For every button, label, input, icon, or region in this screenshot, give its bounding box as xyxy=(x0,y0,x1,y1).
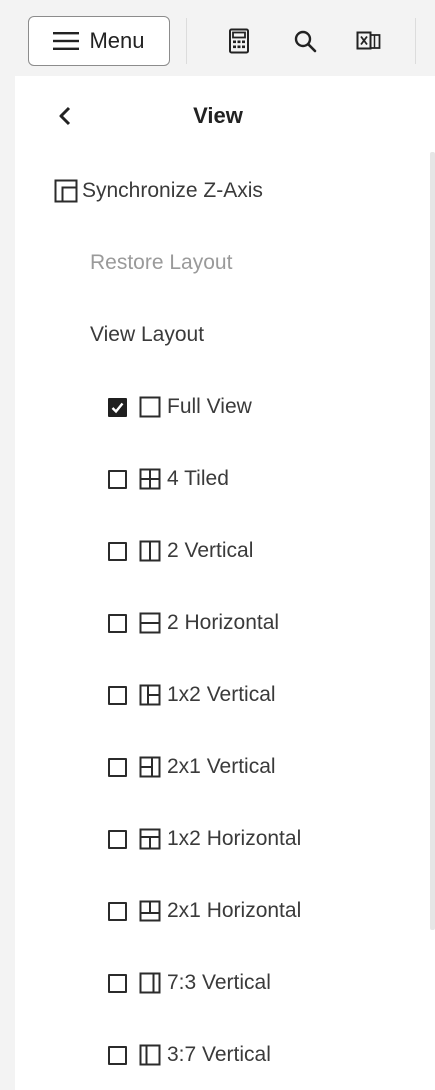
layout-label: 1x2 Horizontal xyxy=(167,827,302,850)
synchronize-label: Synchronize Z-Axis xyxy=(82,179,263,202)
restore-layout-item[interactable]: Restore Layout xyxy=(90,245,232,281)
layout-option-full-view[interactable]: Full View xyxy=(108,389,252,425)
chevron-left-icon xyxy=(59,106,71,126)
menu-button[interactable]: Menu xyxy=(28,16,170,66)
checkmark-icon xyxy=(111,402,124,413)
layout-checkbox[interactable] xyxy=(108,469,127,489)
four-tiled-icon xyxy=(139,468,161,490)
view-layout-heading: View Layout xyxy=(90,317,204,353)
toolbar-divider xyxy=(186,18,187,64)
layout-checkbox[interactable] xyxy=(108,541,127,561)
layout-option-3-7-vertical[interactable]: 3:7 Vertical xyxy=(108,1037,271,1073)
layout-checkbox[interactable] xyxy=(108,397,127,417)
layout-option-2x1-vertical[interactable]: 2x1 Vertical xyxy=(108,749,276,785)
layout-checkbox[interactable] xyxy=(108,685,127,705)
layout-checkbox[interactable] xyxy=(108,973,127,993)
layout-label: 4 Tiled xyxy=(167,467,229,490)
layout-option-2x1-horizontal[interactable]: 2x1 Horizontal xyxy=(108,893,301,929)
full-view-icon xyxy=(139,396,161,418)
layout-option-7-3-vertical[interactable]: 7:3 Vertical xyxy=(108,965,271,1001)
layout-option-4-tiled[interactable]: 4 Tiled xyxy=(108,461,229,497)
layout-checkbox[interactable] xyxy=(108,829,127,849)
one-by-two-vertical-icon xyxy=(139,684,161,706)
two-horizontal-icon xyxy=(139,612,161,634)
layout-checkbox[interactable] xyxy=(108,757,127,777)
synchronize-icon xyxy=(54,179,78,203)
toolbar: Menu xyxy=(0,0,435,76)
seven-three-vertical-icon xyxy=(139,972,161,994)
scrollbar[interactable] xyxy=(430,152,435,930)
three-seven-vertical-icon xyxy=(139,1044,161,1066)
layout-label: 3:7 Vertical xyxy=(167,1043,271,1066)
layout-option-2-vertical[interactable]: 2 Vertical xyxy=(108,533,253,569)
view-panel xyxy=(15,76,435,1090)
view-layout-label: View Layout xyxy=(90,323,205,346)
synchronize-z-axis-item[interactable]: Synchronize Z-Axis xyxy=(54,173,263,209)
layout-label: 2x1 Horizontal xyxy=(167,899,302,922)
layout-option-2-horizontal[interactable]: 2 Horizontal xyxy=(108,605,279,641)
two-by-one-vertical-icon xyxy=(139,756,161,778)
one-by-two-horizontal-icon xyxy=(139,828,161,850)
two-by-one-horizontal-icon xyxy=(139,900,161,922)
layout-label: 1x2 Vertical xyxy=(167,683,276,706)
excel-export-icon[interactable] xyxy=(354,26,384,56)
search-icon[interactable] xyxy=(290,26,320,56)
layout-checkbox[interactable] xyxy=(108,901,127,921)
back-button[interactable] xyxy=(52,100,78,132)
hamburger-icon xyxy=(53,32,80,50)
layout-label: 2 Vertical xyxy=(167,539,254,562)
calculator-icon[interactable] xyxy=(224,26,254,56)
layout-checkbox[interactable] xyxy=(108,1045,127,1065)
layout-label: Full View xyxy=(167,395,252,418)
restore-layout-label: Restore Layout xyxy=(90,251,233,274)
layout-option-1x2-vertical[interactable]: 1x2 Vertical xyxy=(108,677,276,713)
two-vertical-icon xyxy=(139,540,161,562)
layout-checkbox[interactable] xyxy=(108,613,127,633)
menu-label: Menu xyxy=(89,28,145,53)
panel-title: View xyxy=(193,103,243,128)
layout-option-1x2-horizontal[interactable]: 1x2 Horizontal xyxy=(108,821,301,857)
layout-label: 2x1 Vertical xyxy=(167,755,276,778)
layout-label: 2 Horizontal xyxy=(167,611,280,634)
layout-label: 7:3 Vertical xyxy=(167,971,271,994)
toolbar-divider xyxy=(415,18,416,64)
